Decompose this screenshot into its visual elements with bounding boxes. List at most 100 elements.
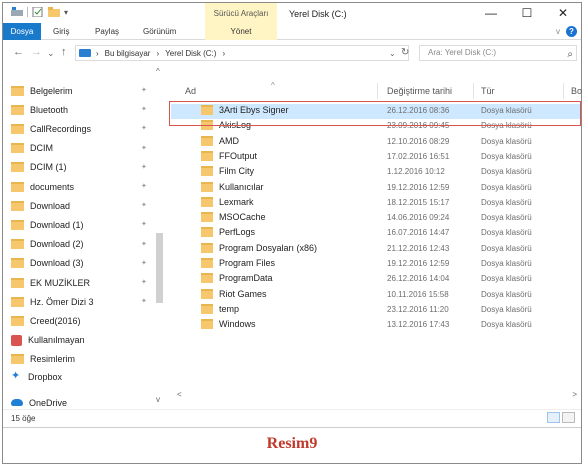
- folder-icon: [11, 123, 24, 134]
- tab-yonet[interactable]: Yönet: [205, 23, 277, 40]
- search-input[interactable]: Ara: Yerel Disk (C:): [419, 45, 577, 61]
- back-button[interactable]: ←: [13, 46, 24, 58]
- minimize-button[interactable]: —: [473, 3, 509, 23]
- nav-item[interactable]: CallRecordings ✦: [11, 119, 161, 138]
- tab-paylas[interactable]: Paylaş: [95, 23, 119, 40]
- pin-icon[interactable]: ✦: [141, 86, 147, 94]
- file-date: 21.12.2016 12:43: [387, 243, 450, 253]
- pin-icon[interactable]: ✦: [141, 220, 147, 228]
- library-icon: [11, 334, 22, 346]
- nav-item[interactable]: ✦ Dropbox: [11, 367, 161, 386]
- recent-locations-chevron-icon[interactable]: ⌄: [47, 48, 55, 59]
- customize-qa-chevron-icon[interactable]: ▾: [64, 8, 68, 17]
- folder-icon: [11, 85, 24, 96]
- breadcrumb-local-disk[interactable]: Yerel Disk (C:): [165, 49, 216, 58]
- scroll-left-icon[interactable]: <: [177, 390, 182, 399]
- nav-item[interactable]: Hz. Ömer Dizi 3 ✦: [11, 292, 161, 311]
- properties-icon[interactable]: [32, 7, 44, 17]
- up-button[interactable]: ↑: [61, 46, 67, 58]
- breadcrumb-this-pc[interactable]: Bu bilgisayar: [105, 49, 151, 58]
- nav-item[interactable]: Bluetooth ✦: [11, 100, 161, 119]
- table-row[interactable]: AMD 12.10.2016 08:29 Dosya klasörü: [171, 135, 581, 150]
- nav-item-label: OneDrive: [29, 397, 68, 408]
- window-title: Yerel Disk (C:): [289, 9, 347, 19]
- file-name: Riot Games: [219, 288, 267, 299]
- column-divider[interactable]: [473, 83, 474, 99]
- address-bar[interactable]: › Bu bilgisayar › Yerel Disk (C:) ›: [75, 45, 409, 61]
- table-row[interactable]: Program Dosyaları (x86) 21.12.2016 12:43 D…: [171, 242, 581, 257]
- nav-item-label: Download (2): [30, 239, 84, 250]
- close-button[interactable]: ✕: [545, 3, 581, 23]
- file-date: 1.12.2016 10:12: [387, 167, 445, 177]
- table-row[interactable]: MSOCache 14.06.2016 09:24 Dosya klasörü: [171, 211, 581, 226]
- nav-item-label: CallRecordings: [30, 123, 92, 134]
- column-header-name[interactable]: Ad: [185, 86, 196, 96]
- nav-item[interactable]: Belgelerim ✦: [11, 81, 161, 100]
- details-view-icon[interactable]: [547, 412, 560, 423]
- column-divider[interactable]: [563, 83, 564, 99]
- horizontal-scrollbar[interactable]: < >: [163, 390, 581, 400]
- scroll-right-icon[interactable]: >: [572, 390, 577, 399]
- column-divider[interactable]: [377, 83, 378, 99]
- help-icon[interactable]: ?: [566, 26, 577, 37]
- table-row[interactable]: Lexmark 18.12.2015 15:17 Dosya klasörü: [171, 196, 581, 211]
- nav-item[interactable]: EK MUZİKLER ✦: [11, 273, 161, 292]
- nav-item-label: Belgelerim: [30, 85, 73, 96]
- table-row[interactable]: Kullanıcılar 19.12.2016 12:59 Dosya klasör…: [171, 181, 581, 196]
- forward-button[interactable]: →: [31, 46, 42, 58]
- address-row: ← → ⌄ ↑ › Bu bilgisayar › Yerel Disk (C:…: [3, 41, 581, 65]
- table-row[interactable]: Riot Games 10.11.2016 15:58 Dosya klasörü: [171, 288, 581, 303]
- pin-icon[interactable]: ✦: [141, 124, 147, 132]
- table-row[interactable]: Film City 1.12.2016 10:12 Dosya klasörü: [171, 165, 581, 180]
- pin-icon[interactable]: ✦: [141, 144, 147, 152]
- nav-item[interactable]: Download (2) ✦: [11, 235, 161, 254]
- table-row[interactable]: ProgramData 26.12.2016 14:04 Dosya klasörü: [171, 272, 581, 287]
- nav-item[interactable]: DCIM ✦: [11, 139, 161, 158]
- large-icons-view-icon[interactable]: [562, 412, 575, 423]
- column-header-size[interactable]: Bo: [571, 86, 582, 96]
- nav-item[interactable]: Download ✦: [11, 196, 161, 215]
- pin-icon[interactable]: ✦: [141, 297, 147, 305]
- file-name: Windows: [219, 319, 256, 330]
- file-name: Program Dosyaları (x86): [219, 242, 318, 253]
- column-header-date[interactable]: Değiştirme tarihi: [387, 86, 452, 96]
- nav-item[interactable]: Download (1) ✦: [11, 215, 161, 234]
- table-row[interactable]: FFOutput 17.02.2016 16:51 Dosya klasörü: [171, 150, 581, 165]
- pin-icon[interactable]: ✦: [141, 278, 147, 286]
- pin-icon[interactable]: ✦: [141, 105, 147, 113]
- table-row[interactable]: Windows 13.12.2016 17:43 Dosya klasörü: [171, 318, 581, 333]
- nav-item[interactable]: Creed(2016): [11, 311, 161, 330]
- pin-icon[interactable]: ✦: [141, 163, 147, 171]
- nav-scroll-up-icon[interactable]: ^: [156, 67, 160, 76]
- pin-icon[interactable]: ✦: [141, 201, 147, 209]
- separator: [27, 7, 28, 17]
- file-name: Kullanıcılar: [219, 181, 264, 192]
- table-row[interactable]: Program Files 19.12.2016 12:59 Dosya klasö…: [171, 257, 581, 272]
- folder-icon: [201, 288, 213, 299]
- table-row[interactable]: temp 23.12.2016 11:20 Dosya klasörü: [171, 303, 581, 318]
- new-folder-icon[interactable]: [48, 7, 60, 17]
- maximize-button[interactable]: ☐: [509, 3, 545, 23]
- nav-item[interactable]: documents ✦: [11, 177, 161, 196]
- pin-icon[interactable]: ✦: [141, 259, 147, 267]
- tab-gorunum[interactable]: Görünüm: [143, 23, 176, 40]
- table-row[interactable]: PerfLogs 16.07.2016 14:47 Dosya klasörü: [171, 226, 581, 241]
- tab-dosya[interactable]: Dosya: [3, 23, 41, 40]
- pin-icon[interactable]: ✦: [141, 182, 147, 190]
- nav-item[interactable]: Kullanılmayan: [11, 331, 161, 350]
- file-type: Dosya klasörü: [481, 304, 532, 314]
- ribbon-collapse-chevron-icon[interactable]: v: [556, 27, 560, 36]
- nav-item[interactable]: Download (3) ✦: [11, 254, 161, 273]
- file-type: Dosya klasörü: [481, 136, 532, 146]
- refresh-icon[interactable]: ↻: [401, 47, 409, 58]
- column-header-type[interactable]: Tür: [481, 86, 495, 96]
- search-icon[interactable]: ⌕: [567, 49, 573, 60]
- nav-item[interactable]: Resimlerim: [11, 350, 161, 369]
- address-dropdown-chevron-icon[interactable]: ⌄: [389, 49, 396, 58]
- file-name-cell: PerfLogs: [201, 227, 255, 238]
- nav-item-label: Kullanılmayan: [28, 335, 85, 346]
- nav-item[interactable]: DCIM (1) ✦: [11, 158, 161, 177]
- tab-giris[interactable]: Giriş: [53, 23, 69, 40]
- drive-icon[interactable]: [11, 7, 23, 17]
- pin-icon[interactable]: ✦: [141, 240, 147, 248]
